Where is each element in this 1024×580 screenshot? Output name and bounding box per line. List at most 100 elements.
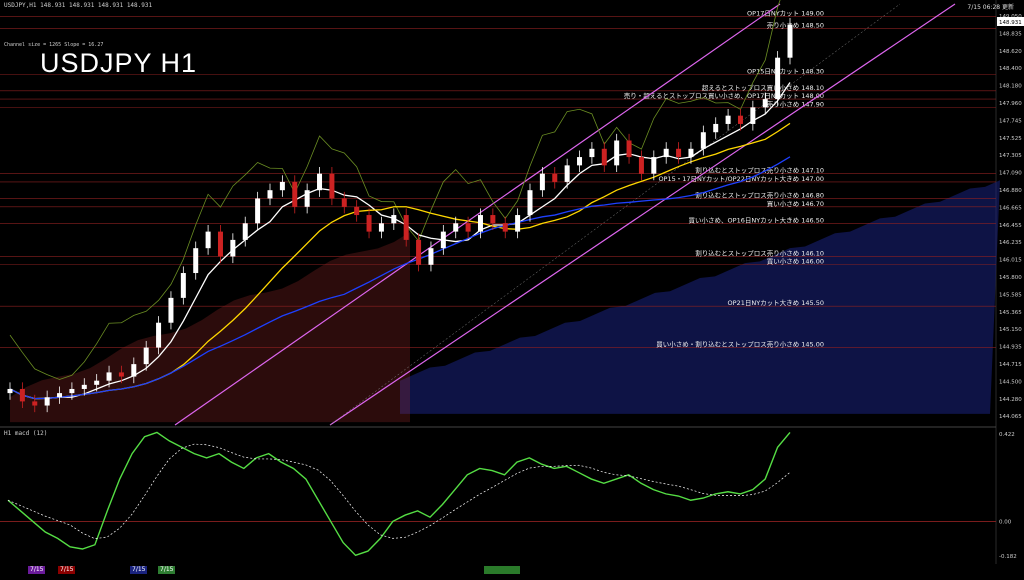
- candle-body: [577, 157, 583, 166]
- chart-title: USDJPY H1: [40, 48, 198, 78]
- candle-body: [193, 248, 199, 274]
- price-tick-label: 144.715: [999, 362, 1022, 368]
- candle-body: [217, 231, 223, 257]
- level-label: OP15日NYカット 148.30: [747, 67, 824, 75]
- price-tick-label: 147.745: [999, 118, 1022, 124]
- price-tick-label: 145.150: [999, 327, 1022, 333]
- price-tick-label: 145.365: [999, 310, 1022, 316]
- candle-body: [19, 388, 25, 402]
- price-tick-label: 148.620: [999, 49, 1022, 55]
- candle-body: [601, 148, 607, 166]
- price-tick-label: 144.935: [999, 345, 1022, 351]
- candle-body: [638, 157, 644, 174]
- ichimoku-cloud-red: [10, 232, 410, 423]
- candle-body: [341, 198, 347, 207]
- candle-body: [663, 148, 669, 158]
- level-label: 超えるとストップロス買い小さめ 148.10: [702, 83, 824, 92]
- macd-main-line: [7, 431, 791, 557]
- tab-2[interactable]: 7/15: [58, 566, 76, 574]
- price-tick-label: 145.800: [999, 275, 1022, 281]
- candle-body: [317, 173, 323, 191]
- price-tick-label: 147.090: [999, 171, 1022, 177]
- macd-signal-line: [7, 443, 791, 540]
- candle-body: [378, 223, 384, 232]
- current-price-label: 148.931: [999, 20, 1022, 26]
- candle-body: [44, 397, 50, 406]
- level-label: 買い小さめ、OP16日NYカット大きめ 146.50: [689, 215, 824, 224]
- price-tick-label: 145.585: [999, 292, 1022, 298]
- candle-body: [700, 132, 706, 149]
- price-tick-label: 147.525: [999, 136, 1022, 142]
- candle-body: [502, 223, 508, 232]
- level-label: 割り込むとストップロス売り小さめ 146.10: [695, 248, 824, 257]
- macd-axis-label: 0.422: [999, 432, 1015, 438]
- candle-body: [168, 297, 174, 323]
- candle-body: [564, 165, 570, 182]
- tab-4[interactable]: 7/15: [158, 566, 176, 574]
- candle-body: [626, 140, 632, 158]
- level-label: 売り小さめ 148.50: [767, 21, 824, 30]
- candle-body: [750, 107, 756, 124]
- level-label: 買い小さめ・割り込むとストップロス売り小さめ 145.00: [656, 340, 824, 349]
- candle-body: [539, 173, 545, 191]
- candle-body: [713, 123, 719, 133]
- ichimoku-cloud-blue: [400, 180, 1000, 414]
- candle-body: [69, 388, 75, 394]
- candle-body: [490, 215, 496, 224]
- candle-body: [106, 372, 112, 381]
- candle-body: [205, 231, 211, 249]
- candle-body: [57, 393, 63, 398]
- update-timestamp: 7/15 06:28 更新: [967, 4, 1014, 11]
- price-tick-label: 146.880: [999, 188, 1022, 194]
- chart-svg: OP17日NYカット 149.00 売り小さめ 148.50 OP15日NYカット …: [0, 0, 1024, 564]
- price-tick-label: 146.455: [999, 223, 1022, 229]
- candle-body: [391, 215, 397, 224]
- price-tick-label: 144.065: [999, 414, 1022, 420]
- candle-body: [775, 57, 781, 100]
- price-tick-label: 148.180: [999, 84, 1022, 90]
- candle-body: [688, 148, 694, 158]
- candle-body: [527, 190, 533, 216]
- candle-body: [143, 347, 149, 365]
- candle-body: [329, 173, 335, 199]
- candle-body: [131, 364, 137, 377]
- price-tick-label: 146.665: [999, 205, 1022, 211]
- candle-body: [651, 157, 657, 174]
- candle-body: [440, 231, 446, 249]
- candle-body: [453, 223, 459, 232]
- candle-body: [32, 401, 38, 406]
- symbol-header: USDJPY,H1 148.931 148.931 148.931 148.93…: [4, 2, 153, 9]
- tab-3[interactable]: 7/15: [130, 566, 148, 574]
- candle-body: [255, 198, 261, 224]
- candle-body: [304, 190, 310, 207]
- level-label: 買い小さめ 146.00: [767, 257, 824, 266]
- level-label: 買い小さめ 146.70: [767, 199, 824, 208]
- level-label: OP21日NYカット大きめ 145.50: [728, 298, 824, 307]
- candle-body: [552, 173, 558, 182]
- level-label: OP17日NYカット 149.00: [747, 9, 824, 17]
- tab-1[interactable]: 7/15: [28, 566, 46, 574]
- candle-body: [279, 181, 285, 191]
- level-label: 割り込むとストップロス売り小さめ 146.80: [695, 190, 824, 199]
- candle-body: [725, 115, 731, 124]
- candle-body: [614, 140, 620, 166]
- candle-body: [7, 388, 13, 394]
- price-tick-label: 146.015: [999, 258, 1022, 264]
- candle-body: [180, 273, 186, 298]
- scrollbar-thumb[interactable]: [484, 566, 520, 574]
- candle-body: [515, 215, 521, 232]
- price-tick-label: 144.280: [999, 397, 1022, 403]
- candle-body: [403, 215, 409, 240]
- candle-body: [354, 206, 360, 216]
- candle-body: [242, 223, 248, 240]
- candle-body: [589, 148, 595, 158]
- candle-body: [762, 99, 768, 108]
- price-tick-label: 144.500: [999, 379, 1022, 385]
- macd-label: H1 macd (12): [4, 430, 48, 437]
- price-tick-label: 147.305: [999, 153, 1022, 159]
- chart-area: OP17日NYカット 149.00 売り小さめ 148.50 OP15日NYカット …: [0, 0, 1024, 576]
- candle-body: [118, 372, 124, 377]
- candle-body: [230, 239, 236, 257]
- candle-body: [428, 248, 434, 265]
- candle-body: [416, 239, 422, 265]
